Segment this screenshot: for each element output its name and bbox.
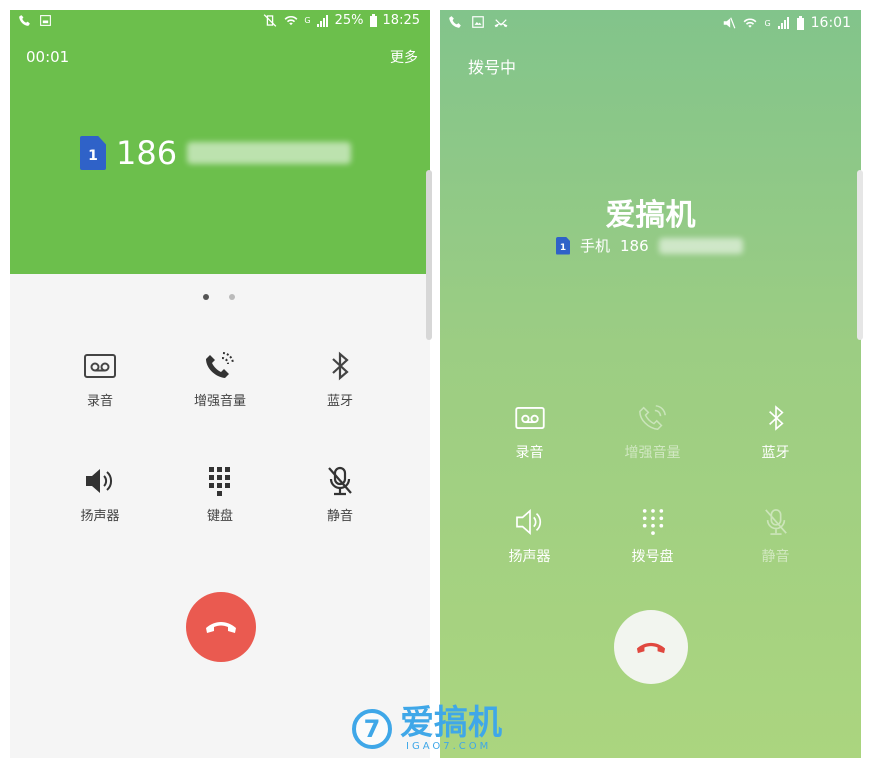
- phone-call-icon: [449, 16, 461, 28]
- network-type-label: G: [304, 16, 311, 25]
- record-button[interactable]: 录音: [40, 350, 160, 409]
- watermark-domain: IGAO7.COM: [406, 741, 492, 752]
- keypad-label: 键盘: [206, 509, 233, 524]
- battery-icon: [369, 14, 377, 27]
- bluetooth-button[interactable]: 蓝牙: [280, 350, 400, 409]
- call-state: 拨号中: [468, 58, 517, 77]
- igao7-logo-icon: 7: [352, 708, 392, 749]
- right-phone-screen: G 16:01 拨号中 爱搞机 1 手机 186 录音 增强音量 蓝牙 扬声器 …: [440, 10, 861, 758]
- caller-number: 1 186: [80, 134, 352, 172]
- bluetooth-button[interactable]: 蓝牙: [714, 402, 837, 462]
- mute-label: 静音: [761, 549, 790, 565]
- mute-button[interactable]: 静音: [714, 506, 837, 566]
- voicemail-tape-icon: [512, 402, 548, 434]
- speaker-button[interactable]: 扬声器: [40, 465, 160, 524]
- edge-panel-handle[interactable]: [857, 170, 863, 340]
- enhance-volume-label: 增强音量: [624, 445, 681, 461]
- call-controls: 录音 增强音量 蓝牙 扬声器: [468, 402, 838, 566]
- bluetooth-label: 蓝牙: [761, 445, 790, 461]
- mute-mic-icon: [758, 506, 794, 538]
- watermark-logo: 7 爱搞机 IGAO7.COM: [352, 705, 502, 752]
- keypad-icon: [202, 465, 238, 497]
- enhance-volume-phone-icon: [202, 350, 238, 382]
- enhance-volume-button[interactable]: 增强音量: [160, 350, 280, 409]
- keypad-button[interactable]: 拨号盘: [591, 506, 714, 566]
- hang-up-icon: [636, 642, 666, 653]
- edge-panel-handle[interactable]: [426, 170, 432, 340]
- keypad-label: 拨号盘: [631, 549, 674, 565]
- enhance-volume-button[interactable]: 增强音量: [591, 402, 714, 462]
- keypad-icon: [635, 506, 671, 538]
- missed-call-icon: [494, 19, 508, 28]
- page-indicator: [203, 294, 235, 300]
- bluetooth-label: 蓝牙: [326, 394, 353, 409]
- battery-percent: 25%: [334, 13, 364, 28]
- end-call-button[interactable]: [186, 592, 256, 662]
- phone-call-icon: [19, 15, 30, 26]
- bluetooth-icon: [758, 402, 794, 434]
- signal-icon: [777, 17, 789, 29]
- record-button[interactable]: 录音: [468, 402, 591, 462]
- number-prefix: 186: [116, 134, 178, 172]
- mute-mic-icon: [322, 465, 358, 497]
- sim1-icon: 1: [80, 136, 106, 170]
- mute-label: 静音: [326, 509, 353, 524]
- page-dot-active: [203, 294, 209, 300]
- record-label: 录音: [86, 394, 113, 409]
- redacted-number: [658, 237, 743, 254]
- caller-number: 1 手机 186: [556, 235, 743, 256]
- clock: 18:25: [382, 13, 420, 28]
- call-timer: 00:01: [26, 48, 70, 66]
- call-controls: 录音 增强音量 蓝牙 扬声器: [40, 350, 400, 524]
- contact-name: 爱搞机: [605, 198, 696, 233]
- signal-icon: [316, 14, 328, 27]
- speaker-icon: [82, 465, 118, 497]
- network-type-label: G: [764, 18, 771, 28]
- wifi-icon: [744, 18, 757, 28]
- speaker-label: 扬声器: [80, 509, 120, 524]
- end-call-button[interactable]: [614, 610, 688, 684]
- redacted-number: [187, 142, 352, 164]
- mute-vibrate-icon: [264, 14, 277, 27]
- number-type: 手机: [580, 237, 611, 255]
- keypad-button[interactable]: 键盘: [160, 465, 280, 524]
- watermark-brand: 爱搞机: [400, 703, 502, 743]
- gallery-icon: [472, 16, 484, 28]
- number-prefix: 186: [620, 236, 649, 255]
- speaker-label: 扬声器: [508, 549, 551, 565]
- mute-button[interactable]: 静音: [280, 465, 400, 524]
- status-bar: G 25% 18:25: [10, 10, 430, 34]
- page-dot-inactive: [229, 294, 235, 300]
- speaker-icon: [512, 506, 548, 538]
- status-bar: G 16:01: [440, 10, 861, 38]
- clock: 16:01: [810, 15, 851, 31]
- enhance-volume-phone-icon: [635, 402, 671, 434]
- record-label: 录音: [515, 445, 544, 461]
- hang-up-icon: [206, 622, 236, 633]
- call-header: G 25% 18:25 00:01 更多 1 186: [10, 10, 430, 274]
- mute-icon: [724, 17, 736, 29]
- wifi-icon: [285, 15, 298, 26]
- bluetooth-icon: [322, 350, 358, 382]
- battery-icon: [796, 16, 804, 30]
- voicemail-tape-icon: [82, 350, 118, 382]
- enhance-volume-label: 增强音量: [193, 394, 246, 409]
- gallery-icon: [40, 15, 51, 26]
- left-phone-screen: G 25% 18:25 00:01 更多 1 186 录音 增强音量 蓝牙 扬声…: [10, 10, 430, 758]
- sim1-icon: 1: [556, 236, 570, 255]
- more-button[interactable]: 更多: [390, 47, 418, 67]
- speaker-button[interactable]: 扬声器: [468, 506, 591, 566]
